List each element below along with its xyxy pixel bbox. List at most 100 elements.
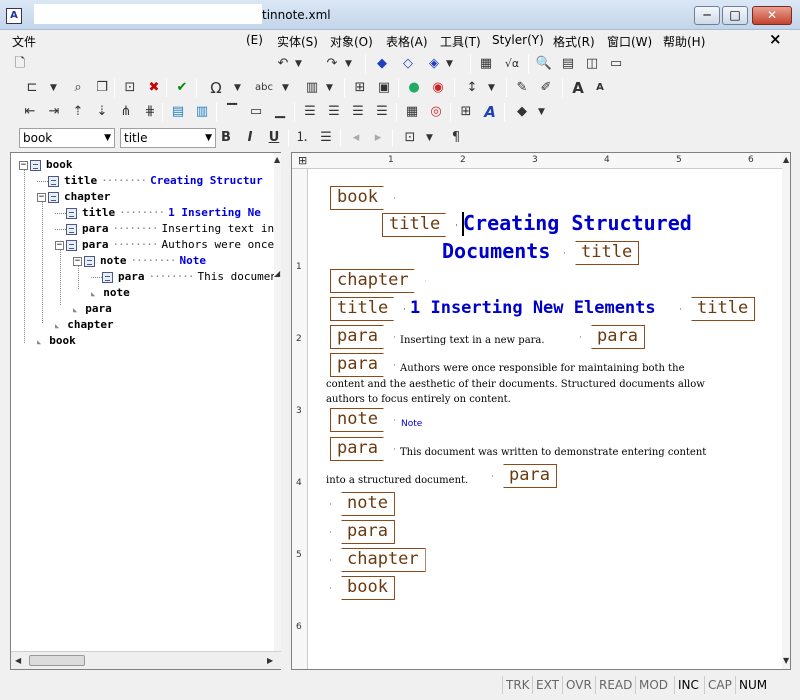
undo-icon[interactable]: ↶ <box>273 54 293 74</box>
close-document-icon[interactable]: × <box>769 30 782 48</box>
menu-item[interactable]: 帮助(H) <box>663 33 705 50</box>
start-tag[interactable]: title <box>382 213 457 237</box>
tree-node[interactable]: para ········ This documen <box>91 269 277 285</box>
bold-button[interactable]: B <box>216 128 236 148</box>
collapse-icon[interactable]: − <box>37 192 46 202</box>
tree-node[interactable]: ◣ para <box>73 301 112 317</box>
chevron-down-icon[interactable]: ▼ <box>205 129 212 147</box>
start-tag[interactable]: note <box>330 408 395 432</box>
end-tag[interactable]: para <box>492 464 557 488</box>
menu-item[interactable]: 窗口(W) <box>607 33 652 50</box>
menu-item[interactable]: Styler(Y) <box>492 33 544 47</box>
bullet-list-icon[interactable]: ☰ <box>316 128 336 148</box>
table-row-icon[interactable]: ▤ <box>168 102 188 122</box>
back-icon[interactable]: ◂ <box>346 128 366 148</box>
move-down-icon[interactable]: ⇣ <box>92 102 112 122</box>
promote-icon[interactable]: ⇤ <box>20 102 40 122</box>
cell-middle-icon[interactable]: ▭ <box>246 102 266 122</box>
line-spacing-dropdown-icon[interactable]: ▼ <box>488 78 495 98</box>
italic-button[interactable]: I <box>240 128 260 148</box>
tree-node[interactable]: title ········ 1 Inserting Ne <box>55 205 261 221</box>
menu-item[interactable]: 工具(T) <box>440 33 481 50</box>
cell-bottom-icon[interactable]: ▁ <box>270 102 290 122</box>
start-tag[interactable]: para <box>330 325 395 349</box>
collapse-icon[interactable]: − <box>19 160 28 170</box>
redo-icon[interactable]: ↷ <box>322 54 342 74</box>
tree-node[interactable]: ◣ book <box>37 333 76 349</box>
tree-node[interactable]: para ········ Inserting text in <box>55 221 274 237</box>
font-name-combobox[interactable]: book ▼ <box>19 128 115 148</box>
special-character-icon[interactable]: Ω <box>206 78 226 98</box>
preview-icon[interactable]: 🔍 <box>534 54 554 74</box>
doc-title-line-1[interactable]: Creating Structured <box>463 211 692 235</box>
change-element-icon[interactable]: ◇ <box>398 54 418 74</box>
text-style-icon[interactable]: A <box>480 102 500 122</box>
start-tag[interactable]: chapter <box>330 269 426 293</box>
view-icon[interactable]: ▭ <box>606 54 626 74</box>
scroll-down-icon[interactable]: ▼ <box>783 656 789 665</box>
special-character-dropdown-icon[interactable]: ▼ <box>234 78 241 98</box>
menu-item[interactable]: 格式(R) <box>553 33 595 50</box>
scroll-left-icon[interactable]: ◀ <box>15 656 21 665</box>
insert-table-icon[interactable]: ▦ <box>476 54 496 74</box>
comment-icon[interactable]: ✐ <box>536 78 556 98</box>
insert-object-icon[interactable]: ⊞ <box>350 78 370 98</box>
menu-item[interactable]: 对象(O) <box>330 33 373 50</box>
scroll-right-icon[interactable]: ▶ <box>267 656 273 665</box>
shrink-font-icon[interactable]: A <box>590 78 610 98</box>
attribute-icon[interactable]: ⊡ <box>120 78 140 98</box>
wrap-icon[interactable]: ⋕ <box>140 102 160 122</box>
entity-dropdown-icon[interactable]: ▼ <box>326 78 333 98</box>
start-tag[interactable]: para <box>330 437 395 461</box>
spell-check-icon[interactable]: abc <box>254 78 274 98</box>
structure-view-pane[interactable]: − book title ········ Creating Structur − chap… <box>10 152 281 670</box>
tree-node[interactable]: − note ········ Note <box>73 253 206 269</box>
table-column-icon[interactable]: ▥ <box>192 102 212 122</box>
ruler-corner-icon[interactable]: ⊞ <box>298 154 307 167</box>
tree-node[interactable]: ◣ note <box>91 285 130 301</box>
tree-node[interactable]: ◣ chapter <box>55 317 114 333</box>
end-tag[interactable]: para <box>330 520 395 544</box>
justify-icon[interactable]: ☰ <box>372 102 392 122</box>
minimize-button[interactable]: ─ <box>694 6 720 25</box>
find-icon[interactable]: ⌕ <box>68 78 88 98</box>
table-properties-icon[interactable]: ▦ <box>402 102 422 122</box>
para-1-text[interactable]: Inserting text in a new para. <box>400 333 545 348</box>
align-left-icon[interactable]: ☰ <box>300 102 320 122</box>
pane-splitter[interactable] <box>281 152 291 670</box>
align-right-icon[interactable]: ☰ <box>348 102 368 122</box>
menu-item[interactable]: (E) <box>246 33 263 47</box>
fill-color-dropdown-icon[interactable]: ▼ <box>538 102 545 122</box>
chapter-title[interactable]: 1 Inserting New Elements <box>410 298 656 318</box>
scroll-marker-icon[interactable]: ◢ <box>274 269 280 278</box>
display-options-dropdown-icon[interactable]: ▼ <box>426 128 433 148</box>
highlight-icon[interactable]: ✎ <box>512 78 532 98</box>
para-3-line-2[interactable]: into a structured document. <box>326 473 468 488</box>
redo-dropdown-icon[interactable]: ▼ <box>345 54 352 74</box>
tree-vertical-scrollbar[interactable]: ▲ ◢ <box>274 153 281 651</box>
end-tag[interactable]: para <box>580 325 645 349</box>
document-edit-pane[interactable]: ⊞ 1 2 3 4 5 6 1 2 3 4 5 6 book title title chapter tit… <box>291 152 791 670</box>
numbered-list-icon[interactable]: ⒈ <box>292 128 312 148</box>
element-dropdown-icon[interactable]: ▼ <box>446 54 453 74</box>
maximize-button[interactable]: □ <box>722 6 748 25</box>
new-document-icon[interactable]: 🗋 <box>10 54 30 74</box>
end-tag[interactable]: title <box>680 297 756 321</box>
structure-icon[interactable]: ⊏ <box>22 78 42 98</box>
undo-dropdown-icon[interactable]: ▼ <box>295 54 302 74</box>
note-text[interactable]: Note <box>401 419 422 429</box>
para-2-line-1[interactable]: Authors were once responsible for mainta… <box>400 361 685 376</box>
grow-font-icon[interactable]: A <box>568 78 588 98</box>
insert-element-icon[interactable]: ◆ <box>372 54 392 74</box>
scroll-up-icon[interactable]: ▲ <box>274 155 280 164</box>
cell-top-icon[interactable]: ▔ <box>222 102 242 122</box>
align-center-icon[interactable]: ☰ <box>324 102 344 122</box>
collapse-icon[interactable]: − <box>55 240 64 250</box>
collapse-icon[interactable]: − <box>73 256 82 266</box>
copy-icon[interactable]: ❐ <box>92 78 112 98</box>
join-icon[interactable]: ⋔ <box>116 102 136 122</box>
para-2-line-2[interactable]: content and the aesthetic of their docum… <box>326 377 705 392</box>
start-tag[interactable]: para <box>330 353 395 377</box>
fill-color-icon[interactable]: ◆ <box>512 102 532 122</box>
para-2-line-3[interactable]: authors to focus entirely on content. <box>326 392 511 407</box>
